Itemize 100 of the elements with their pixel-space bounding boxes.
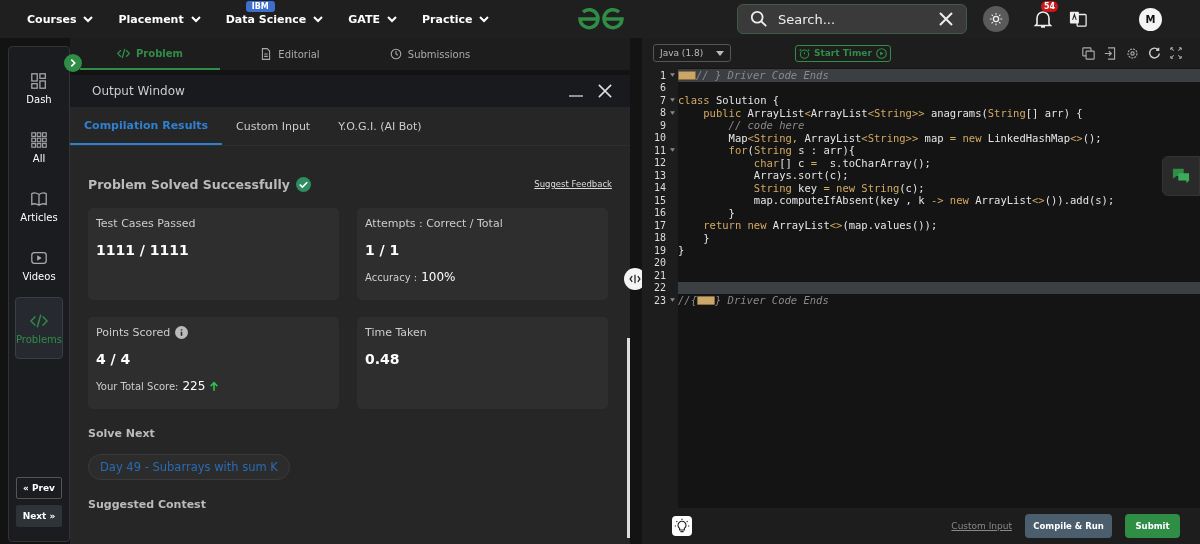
logo-icon[interactable] (576, 7, 626, 31)
code-token: ArrayList (974, 194, 1033, 207)
submit-button[interactable]: Submit (1125, 514, 1180, 538)
card-title: Test Cases Passed (96, 217, 196, 230)
chevron-down-icon (189, 13, 202, 25)
language-select[interactable]: Java (1.8) (653, 44, 731, 62)
code-token: new (961, 131, 982, 144)
output-tab[interactable]: Custom Input (222, 107, 325, 145)
scrollbar[interactable] (627, 338, 630, 538)
line-number: 13 (652, 169, 666, 181)
nav-menu-item[interactable]: Practice (422, 12, 491, 26)
suggest-feedback-link[interactable]: Suggest Feedback (534, 179, 612, 189)
nav-menu-item[interactable]: Courses (27, 12, 95, 26)
line-number: 6 (658, 82, 666, 94)
line-number: 18 (652, 232, 666, 244)
output-tab[interactable]: Y.O.G.I. (AI Bot) (324, 107, 436, 145)
line-number: 19 (652, 244, 666, 256)
code-token: <String>> (861, 131, 919, 144)
fold-arrow-icon[interactable] (669, 73, 675, 78)
chevron-down-icon (312, 13, 325, 25)
code-token: <String>> (867, 106, 925, 119)
custom-input-link[interactable]: Custom Input (951, 521, 1012, 531)
import-icon[interactable] (1104, 46, 1117, 60)
sidebar-item[interactable]: Videos (15, 238, 63, 293)
card-title: Points Scored (96, 326, 171, 339)
line-number: 23 (652, 294, 666, 306)
theme-toggle-button[interactable] (983, 6, 1009, 32)
chevron-down-icon (478, 13, 491, 25)
card-sub-label: Accuracy : (365, 271, 418, 283)
translate-icon[interactable] (1069, 10, 1087, 28)
hint-bulb-button[interactable] (672, 516, 692, 536)
problem-tab[interactable]: Problem (80, 38, 220, 70)
code-token: } (727, 206, 735, 219)
code-token: //{ (678, 294, 697, 307)
sidebar-item[interactable]: Dash (15, 61, 63, 116)
info-icon[interactable] (175, 326, 189, 339)
section-heading: Solve Next (88, 427, 156, 440)
problem-tab[interactable]: Editorial (220, 38, 360, 70)
card-title: Attempts : Correct / Total (365, 217, 503, 230)
code-token: LinkedHashMap (986, 131, 1070, 144)
code-token: class (678, 94, 710, 107)
fold-arrow-icon[interactable] (669, 98, 675, 103)
search-field[interactable]: Search... (737, 4, 967, 34)
sidebar-item[interactable]: Problems (15, 297, 63, 359)
nav-menu-item[interactable]: GATE (348, 12, 398, 26)
prev-button[interactable]: « Prev (16, 477, 62, 499)
close-icon[interactable] (938, 11, 954, 27)
chat-button[interactable] (1162, 156, 1200, 196)
code-token: Arrays.sort(c); (752, 169, 849, 182)
fold-arrow-icon[interactable] (669, 148, 675, 153)
code-token: [] c (779, 156, 806, 169)
card-value: 4 / 4 (96, 351, 132, 367)
chat-bubbles-icon (1172, 167, 1190, 185)
alarm-clock-icon (799, 47, 810, 59)
reset-icon[interactable] (1148, 46, 1161, 60)
code-token: String (860, 181, 900, 194)
code-token: [] arr) { (1025, 106, 1083, 119)
code-token: <> (1032, 194, 1045, 207)
code-token: <String, (747, 131, 799, 144)
close-icon[interactable] (598, 84, 612, 98)
code-token: } (678, 244, 685, 257)
line-number: 20 (652, 257, 666, 269)
output-tab[interactable]: Compilation Results (70, 107, 223, 145)
code-token: String (753, 144, 792, 157)
code-token: (map.values()); (842, 219, 938, 232)
sidebar-item[interactable]: Articles (15, 179, 63, 234)
nav-menu-item[interactable]: Placement (118, 12, 202, 26)
sidebar-item[interactable]: All (15, 120, 63, 175)
code-token: ArrayList (746, 106, 805, 119)
code-token: <> (829, 219, 843, 232)
start-timer-button[interactable]: Start Timer (795, 44, 891, 62)
next-button[interactable]: Next » (16, 505, 62, 527)
card-sub-value: 225 (182, 379, 206, 393)
copy-icon[interactable] (1082, 46, 1095, 60)
code-token: ArrayList (803, 131, 862, 144)
code-icon (117, 46, 131, 60)
code-token: for (727, 144, 748, 157)
line-number: 17 (652, 219, 666, 231)
fullscreen-icon[interactable] (1170, 47, 1182, 59)
code-token: = (810, 156, 818, 169)
user-avatar[interactable]: M (1139, 7, 1162, 31)
folded-code-icon[interactable] (696, 295, 715, 305)
code-token: (c); (899, 181, 925, 194)
settings-icon[interactable] (1126, 46, 1139, 60)
code-token: } (702, 231, 710, 244)
grid-icon (30, 131, 48, 149)
bell-icon[interactable] (1033, 9, 1053, 29)
problem-tab[interactable]: Submissions (360, 38, 500, 70)
fold-arrow-icon[interactable] (669, 110, 675, 115)
nav-menu-item[interactable]: Data Science (225, 12, 325, 26)
fold-arrow-icon[interactable] (669, 298, 675, 303)
code-token: public (702, 106, 742, 119)
compile-run-button[interactable]: Compile & Run (1025, 514, 1112, 538)
folded-code-icon[interactable] (678, 70, 696, 80)
code-token: Solution { (714, 94, 780, 107)
code-token: <> (1070, 131, 1083, 144)
search-input[interactable]: Search... (776, 10, 930, 28)
expand-icon[interactable] (64, 54, 82, 72)
card-title: Time Taken (365, 326, 427, 339)
code-token: = (949, 131, 957, 144)
